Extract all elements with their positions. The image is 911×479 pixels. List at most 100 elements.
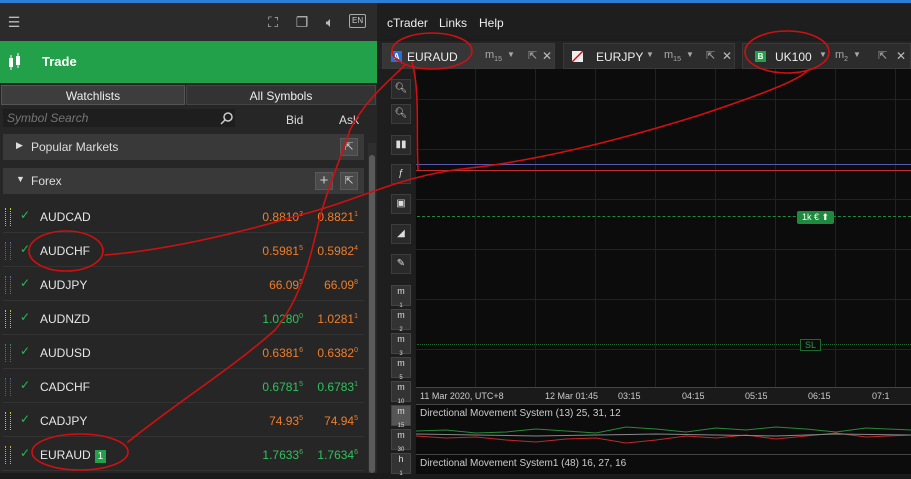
- check-icon[interactable]: ✓: [20, 310, 30, 324]
- price-chart[interactable]: [416, 69, 911, 387]
- menu-help[interactable]: Help: [479, 16, 504, 30]
- ask-price[interactable]: 1.76346: [317, 448, 358, 462]
- drag-handle[interactable]: [5, 344, 11, 362]
- ask-price[interactable]: 0.63820: [317, 346, 358, 360]
- stop-loss-label[interactable]: SL: [800, 339, 822, 351]
- drag-handle[interactable]: [5, 412, 11, 430]
- check-icon[interactable]: ✓: [20, 276, 30, 290]
- menu-ctrader[interactable]: cTrader: [387, 16, 428, 30]
- ask-price[interactable]: 66.098: [324, 278, 358, 292]
- watchlist-row-audjpy[interactable]: ✓ AUDJPY 66.095 66.098: [3, 268, 364, 301]
- timeframe-m1-button[interactable]: m1: [391, 285, 411, 309]
- chevron-down-icon[interactable]: ▼: [686, 50, 694, 59]
- ask-price[interactable]: 74.945: [324, 414, 358, 428]
- bid-price[interactable]: 1.02800: [262, 312, 303, 326]
- group-popular-markets[interactable]: ▶ Popular Markets ⇱: [3, 134, 364, 160]
- sound-icon[interactable]: 🔈︎: [321, 13, 339, 31]
- expand-arrow-icon[interactable]: ▶: [16, 140, 23, 151]
- watchlist-row-audchf[interactable]: ✓ AUDCHF 0.59815 0.59824: [3, 234, 364, 267]
- watchlist-row-euraud[interactable]: ✓ EURAUD 1 1.76336 1.76346: [3, 438, 364, 471]
- drag-handle[interactable]: [5, 242, 11, 260]
- bid-price[interactable]: 0.63816: [262, 346, 303, 360]
- timeframe-m15-button[interactable]: m 15: [391, 405, 411, 429]
- detach-icon[interactable]: ⇱: [528, 49, 537, 62]
- ask-price[interactable]: 0.88211: [317, 210, 358, 224]
- detach-icon[interactable]: ⇱: [706, 49, 715, 62]
- check-icon[interactable]: ✓: [20, 242, 30, 256]
- search-icon[interactable]: [220, 111, 234, 125]
- detach-icon[interactable]: ⇱: [340, 138, 358, 156]
- tab-all-symbols[interactable]: All Symbols: [186, 85, 376, 105]
- close-icon[interactable]: ✕: [542, 49, 552, 63]
- scrollbar-thumb[interactable]: [369, 155, 375, 473]
- take-profit-label[interactable]: 1k € ⬆: [797, 211, 835, 224]
- timeframe-label[interactable]: m2: [835, 49, 848, 63]
- chart-settings-icon[interactable]: ✎: [391, 254, 411, 274]
- ask-price[interactable]: 0.67831: [317, 380, 358, 394]
- drawing-tools-icon[interactable]: ◢: [391, 224, 411, 244]
- drag-handle[interactable]: [5, 446, 11, 464]
- watchlist-row-audnzd[interactable]: ✓ AUDNZD 1.02800 1.02811: [3, 302, 364, 335]
- watchlist-row-cadjpy[interactable]: ✓ CADJPY 74.935 74.945: [3, 404, 364, 437]
- drag-handle[interactable]: [5, 310, 11, 328]
- column-header-bid[interactable]: Bid: [286, 113, 303, 127]
- menu-links[interactable]: Links: [439, 16, 467, 30]
- tab-watchlists[interactable]: Watchlists: [1, 85, 185, 105]
- zoom-out-icon[interactable]: 🔍︎: [391, 104, 411, 124]
- timeframe-label[interactable]: m15: [485, 49, 502, 63]
- timeframe-h1-button[interactable]: h1: [391, 453, 411, 477]
- bid-price[interactable]: 66.095: [269, 278, 303, 292]
- indicator-panel-dms[interactable]: Directional Movement System (13) 25, 31,…: [416, 404, 911, 455]
- symbol-search-input[interactable]: [3, 109, 235, 127]
- watchlist-row-cadchf[interactable]: ✓ CADCHF 0.67815 0.67831: [3, 370, 364, 403]
- drag-handle[interactable]: [5, 208, 11, 226]
- hamburger-menu-icon[interactable]: ☰: [5, 13, 23, 31]
- ask-price[interactable]: 0.59824: [317, 244, 358, 258]
- check-icon[interactable]: ✓: [20, 344, 30, 358]
- bid-price[interactable]: 0.88103: [262, 210, 303, 224]
- timeframe-m3-button[interactable]: m3: [391, 333, 411, 357]
- collapse-arrow-icon[interactable]: ▼: [16, 174, 25, 184]
- zoom-in-icon[interactable]: 🔍︎: [391, 79, 411, 99]
- ask-price[interactable]: 1.02811: [317, 312, 358, 326]
- timeframe-m10-button[interactable]: m 10: [391, 381, 411, 405]
- timeframe-m2-button[interactable]: m2: [391, 309, 411, 333]
- bid-price[interactable]: 74.935: [269, 414, 303, 428]
- chevron-down-icon[interactable]: ▼: [819, 50, 827, 59]
- fullscreen-icon[interactable]: ⛶: [264, 13, 282, 31]
- take-profit-line[interactable]: [417, 216, 911, 217]
- detach-icon[interactable]: ⇱: [878, 49, 887, 62]
- bot-icon[interactable]: ▣: [391, 194, 411, 214]
- close-icon[interactable]: ✕: [896, 49, 906, 63]
- detach-icon[interactable]: ⇱: [340, 172, 358, 190]
- bid-price[interactable]: 1.76336: [262, 448, 303, 462]
- timeframe-label[interactable]: m15: [664, 49, 681, 63]
- chevron-down-icon[interactable]: ▼: [853, 50, 861, 59]
- watchlist-row-audusd[interactable]: ✓ AUDUSD 0.63816 0.63820: [3, 336, 364, 369]
- chevron-down-icon[interactable]: ▼: [646, 50, 654, 59]
- bid-price[interactable]: 0.59815: [262, 244, 303, 258]
- check-icon[interactable]: ✓: [20, 208, 30, 222]
- check-icon[interactable]: ✓: [20, 378, 30, 392]
- watchlist-row-audcad[interactable]: ✓ AUDCAD 0.88103 0.88211: [3, 200, 364, 233]
- check-icon[interactable]: ✓: [20, 446, 30, 460]
- indicators-icon[interactable]: ƒ: [391, 164, 411, 184]
- time-axis[interactable]: 11 Mar 2020, UTC+8 12 Mar 01:45 03:15 04:15…: [416, 387, 911, 405]
- group-forex[interactable]: ▼ Forex + ⇱: [3, 168, 364, 194]
- chart-tab-eurjpy[interactable]: EURJPY ▼ m15 ▼ ⇱ ✕: [563, 43, 735, 69]
- check-icon[interactable]: ✓: [20, 412, 30, 426]
- close-icon[interactable]: ✕: [722, 49, 732, 63]
- chevron-down-icon[interactable]: ▼: [507, 50, 515, 59]
- bid-price[interactable]: 0.67815: [262, 380, 303, 394]
- drag-handle[interactable]: [5, 378, 11, 396]
- add-symbol-icon[interactable]: +: [315, 172, 333, 190]
- chart-tab-uk100[interactable]: B UK100 ▼ m2 ▼ ⇱ ✕: [742, 43, 911, 69]
- chart-tab-euraud[interactable]: A EURAUD m15 ▼ ⇱ ✕: [382, 43, 555, 69]
- language-selector[interactable]: EN: [349, 14, 367, 28]
- chart-type-icon[interactable]: ▮▮: [391, 135, 411, 155]
- timeframe-m30-button[interactable]: m 30: [391, 429, 411, 453]
- indicator-panel-dms1[interactable]: Directional Movement System1 (48) 16, 27…: [416, 454, 911, 474]
- timeframe-m5-button[interactable]: m5: [391, 357, 411, 381]
- drag-handle[interactable]: [5, 276, 11, 294]
- detach-window-icon[interactable]: ❐: [293, 13, 311, 31]
